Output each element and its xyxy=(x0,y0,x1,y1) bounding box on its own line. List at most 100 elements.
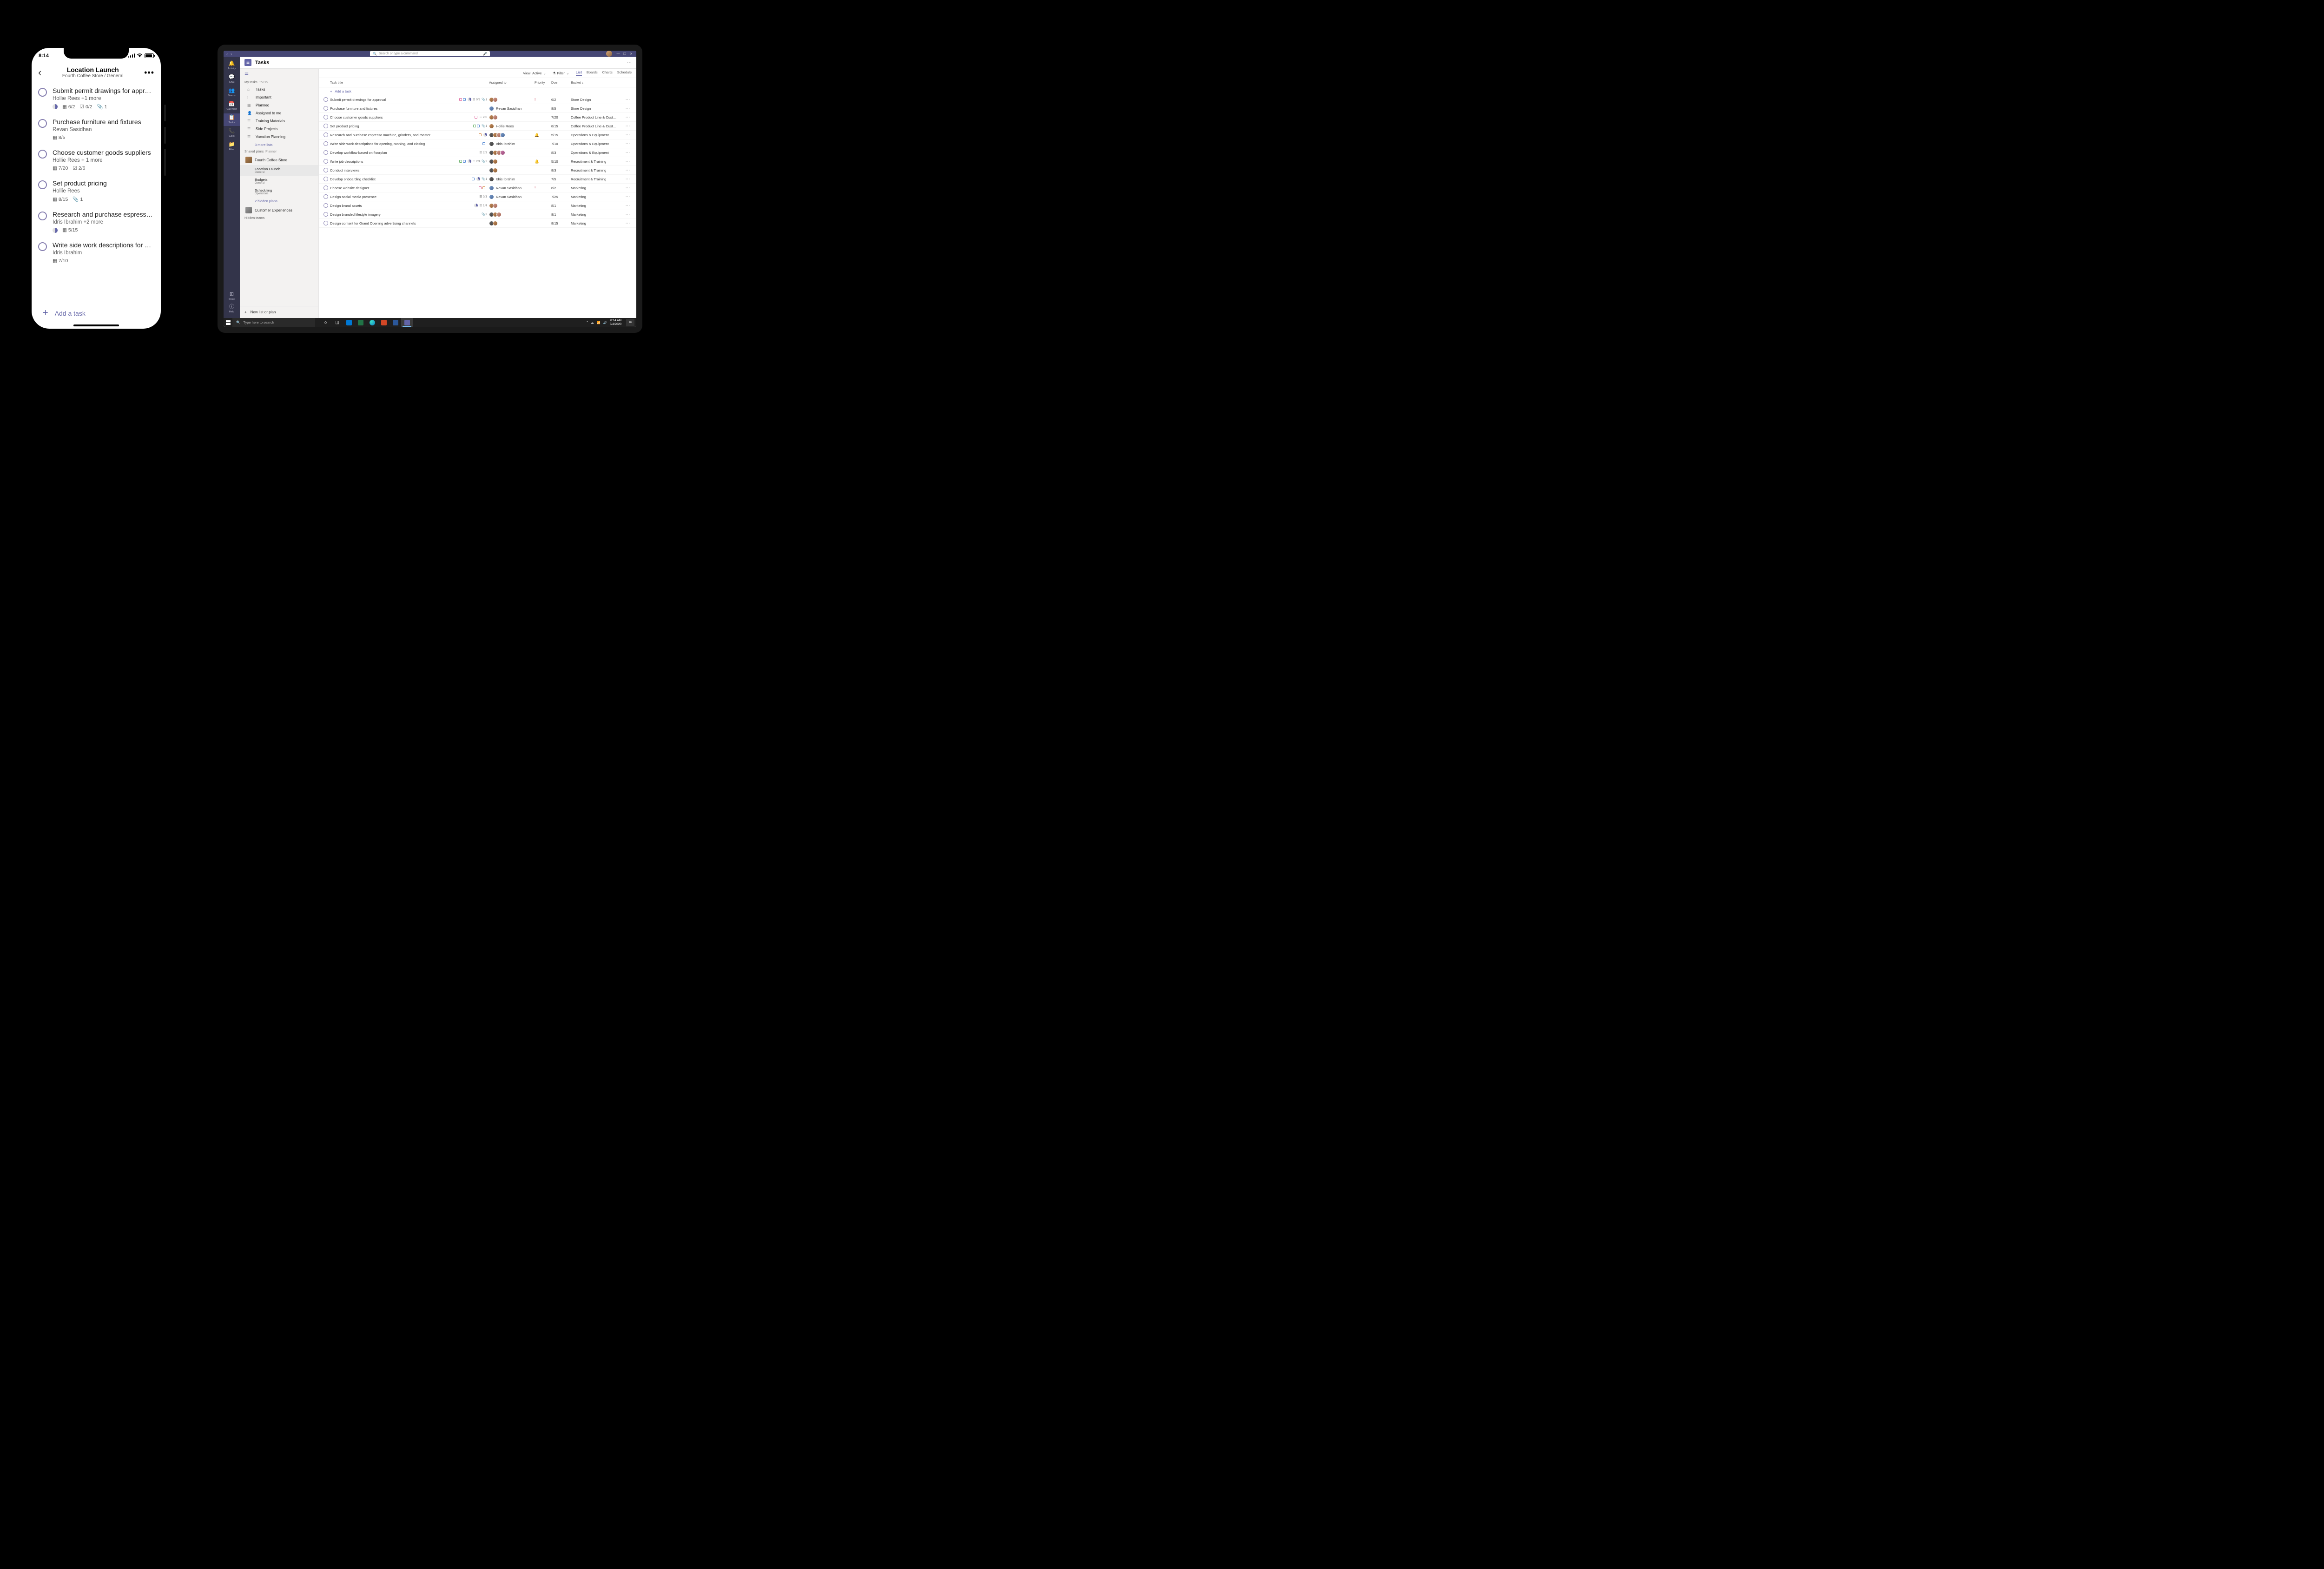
task-checkbox[interactable] xyxy=(38,119,47,128)
tab-boards[interactable]: Boards xyxy=(587,70,598,76)
plan-scheduling[interactable]: SchedulingOperations xyxy=(240,186,318,197)
row-more-button[interactable]: ⋯ xyxy=(624,168,632,173)
rail-teams[interactable]: 👥Teams xyxy=(224,86,240,99)
task-row[interactable]: Submit permit drawings for approval☰ 0/2… xyxy=(319,95,636,104)
row-more-button[interactable]: ⋯ xyxy=(624,141,632,146)
rail-calendar[interactable]: 📅Calendar xyxy=(224,100,240,113)
team-customer-exp[interactable]: Customer Experiences xyxy=(240,205,318,215)
sidebar-vacation[interactable]: ☰Vacation Planning xyxy=(240,133,318,141)
task-checkbox[interactable] xyxy=(324,221,328,225)
task-row[interactable]: Design social media presence☰ 0/3 Revan … xyxy=(319,192,636,201)
sidebar-training[interactable]: ☰Training Materials xyxy=(240,117,318,125)
task-row[interactable]: Choose website designer Revan Sasidhan !… xyxy=(319,184,636,192)
user-avatar[interactable] xyxy=(606,51,612,57)
row-more-button[interactable]: ⋯ xyxy=(624,177,632,182)
task-checkbox[interactable] xyxy=(324,177,328,181)
more-button[interactable]: ••• xyxy=(144,70,154,75)
row-more-button[interactable]: ⋯ xyxy=(624,194,632,199)
task-row[interactable]: Develop workflow based on floorplan☰ 2/3… xyxy=(319,148,636,157)
sidebar-tasks[interactable]: ⌂Tasks xyxy=(240,86,318,93)
app-more-button[interactable]: ⋯ xyxy=(627,60,632,65)
sidebar-side-projects[interactable]: ☰Side Projects xyxy=(240,125,318,133)
row-more-button[interactable]: ⋯ xyxy=(624,221,632,226)
word-app[interactable] xyxy=(390,318,401,327)
task-row[interactable]: Set product pricing📎1 Hollie Rees 8/15 C… xyxy=(319,122,636,131)
command-search[interactable]: 🔍Search or type a command 🎤 xyxy=(370,51,490,56)
task-checkbox[interactable] xyxy=(324,124,328,128)
task-row[interactable]: Write side work descriptions for opening… xyxy=(319,139,636,148)
col-due[interactable]: Due xyxy=(551,80,571,85)
task-checkbox[interactable] xyxy=(324,132,328,137)
back-button[interactable]: ‹ xyxy=(38,66,41,79)
rail-tasks[interactable]: 📋Tasks xyxy=(224,113,240,126)
rail-activity[interactable]: 🔔Activity xyxy=(224,60,240,72)
task-item[interactable]: Submit permit drawings for approvalHolli… xyxy=(32,82,161,113)
task-row[interactable]: Write job descriptions☰ 2/4📎2 🔔 5/10 Rec… xyxy=(319,157,636,166)
more-lists-link[interactable]: 3 more lists xyxy=(240,141,318,149)
teams-app[interactable] xyxy=(401,318,413,327)
plan-location-launch[interactable]: Location LaunchGeneral xyxy=(240,165,318,176)
task-row[interactable]: Purchase furniture and fixtures Revan Sa… xyxy=(319,104,636,113)
task-item[interactable]: Purchase furniture and fixturesRevan Sas… xyxy=(32,113,161,144)
task-checkbox[interactable] xyxy=(38,242,47,251)
tab-list[interactable]: List xyxy=(576,70,582,76)
col-bucket[interactable]: Bucket ↓ xyxy=(571,80,624,85)
plan-budgets[interactable]: BudgetsGeneral xyxy=(240,176,318,186)
minimize-button[interactable]: — xyxy=(615,52,621,56)
home-indicator[interactable] xyxy=(73,324,119,326)
new-list-button[interactable]: +New list or plan xyxy=(240,306,318,318)
task-row[interactable]: Conduct interviews 8/3 Recruitment & Tra… xyxy=(319,166,636,175)
row-more-button[interactable]: ⋯ xyxy=(624,150,632,155)
row-more-button[interactable]: ⋯ xyxy=(624,97,632,102)
cortana-icon[interactable]: ○ xyxy=(320,318,331,327)
row-more-button[interactable]: ⋯ xyxy=(624,132,632,138)
row-more-button[interactable]: ⋯ xyxy=(624,212,632,217)
task-checkbox[interactable] xyxy=(38,180,47,189)
row-more-button[interactable]: ⋯ xyxy=(624,203,632,208)
task-item[interactable]: Choose customer goods suppliersHollie Re… xyxy=(32,144,161,175)
task-checkbox[interactable] xyxy=(38,212,47,220)
task-checkbox[interactable] xyxy=(324,97,328,102)
task-row[interactable]: Develop onboarding checklist📎1 Idris Ibr… xyxy=(319,175,636,184)
task-row[interactable]: Research and purchase espresso machine, … xyxy=(319,131,636,139)
task-checkbox[interactable] xyxy=(38,88,47,97)
row-more-button[interactable]: ⋯ xyxy=(624,124,632,129)
hidden-teams[interactable]: Hidden teams xyxy=(240,215,318,221)
powerpoint-app[interactable] xyxy=(378,318,390,327)
taskbar-search[interactable]: 🔍Type here to search xyxy=(232,318,315,327)
tab-charts[interactable]: Charts xyxy=(602,70,613,76)
task-checkbox[interactable] xyxy=(324,115,328,119)
task-row[interactable]: Design content for Grand Opening adverti… xyxy=(319,219,636,228)
task-checkbox[interactable] xyxy=(324,150,328,155)
row-more-button[interactable]: ⋯ xyxy=(624,159,632,164)
task-checkbox[interactable] xyxy=(324,141,328,146)
history-nav[interactable]: ‹› xyxy=(226,52,232,56)
rail-store[interactable]: ⊞Store xyxy=(224,290,240,303)
task-row[interactable]: Choose customer goods suppliers☰ 2/6 7/2… xyxy=(319,113,636,122)
rail-calls[interactable]: 📞Calls xyxy=(224,127,240,139)
row-more-button[interactable]: ⋯ xyxy=(624,115,632,120)
team-fourth-coffee[interactable]: Fourth Coffee Store xyxy=(240,155,318,165)
tab-schedule[interactable]: Schedule xyxy=(617,70,632,76)
filter-button[interactable]: ⚗Filter⌄ xyxy=(553,71,569,75)
rail-chat[interactable]: 💬Chat xyxy=(224,73,240,86)
start-button[interactable] xyxy=(224,318,232,327)
add-task-button[interactable]: + Add a task xyxy=(32,302,161,324)
sidebar-assigned[interactable]: 👤Assigned to me xyxy=(240,109,318,117)
excel-app[interactable] xyxy=(355,318,366,327)
sidebar-important[interactable]: !Important xyxy=(240,93,318,101)
col-priority[interactable]: Priority xyxy=(535,80,551,85)
edge-app[interactable] xyxy=(366,318,378,327)
task-row[interactable]: Design branded lifestyle imagery📎3 8/1 M… xyxy=(319,210,636,219)
task-view-icon[interactable]: ◫ xyxy=(331,318,343,327)
task-item[interactable]: Set product pricingHollie Rees▦ 8/15📎 1 xyxy=(32,175,161,206)
task-checkbox[interactable] xyxy=(324,185,328,190)
view-selector[interactable]: View: Active⌄ xyxy=(523,71,546,75)
col-title[interactable]: Task title xyxy=(330,80,489,85)
hamburger-icon[interactable]: ☰ xyxy=(240,71,318,79)
task-checkbox[interactable] xyxy=(38,150,47,159)
task-checkbox[interactable] xyxy=(324,168,328,172)
task-checkbox[interactable] xyxy=(324,212,328,217)
task-checkbox[interactable] xyxy=(324,194,328,199)
rail-help[interactable]: ⓘHelp xyxy=(224,303,240,315)
